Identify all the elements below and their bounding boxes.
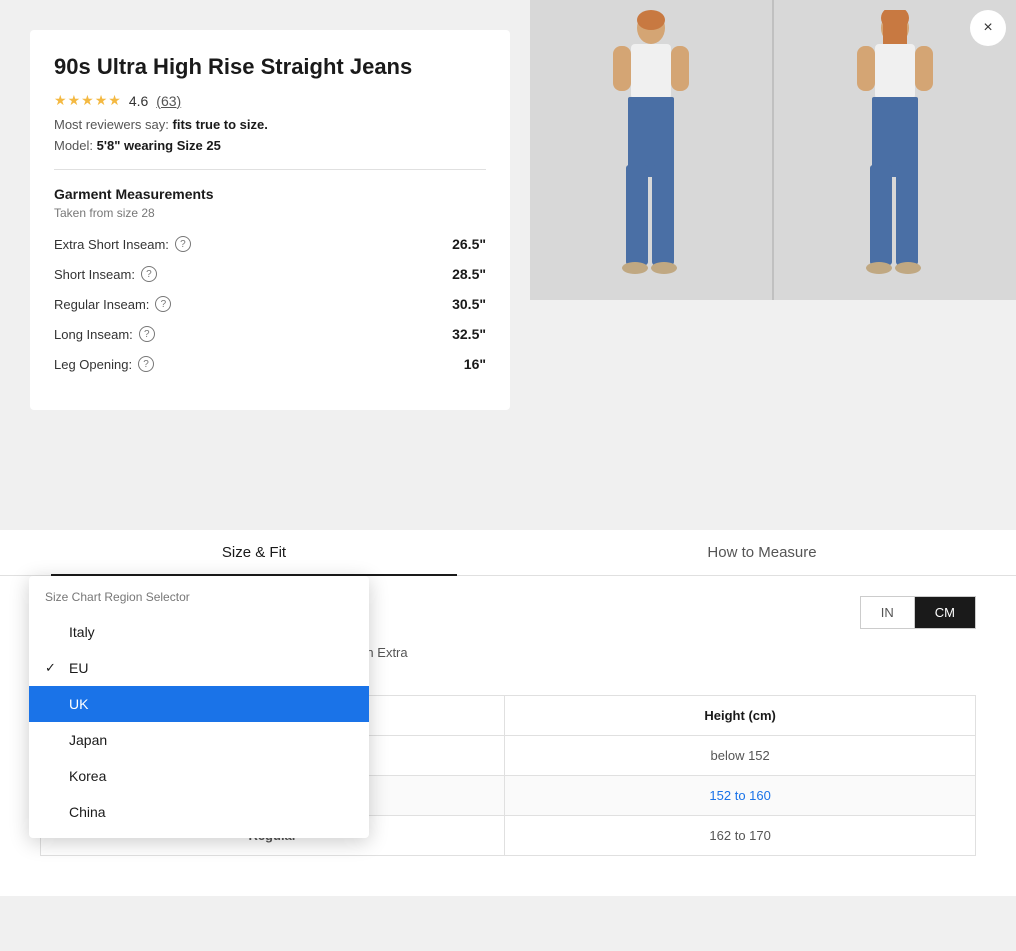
tab-how-to-measure[interactable]: How to Measure xyxy=(508,530,1016,575)
short-label: Short Inseam: xyxy=(54,267,135,282)
short-help-icon[interactable]: ? xyxy=(141,266,157,282)
measurement-short: Short Inseam: ? 28.5" xyxy=(54,266,486,282)
leg-opening-value: 16" xyxy=(464,356,486,372)
garment-measurements-title: Garment Measurements xyxy=(54,186,486,202)
extra-short-help-icon[interactable]: ? xyxy=(175,236,191,252)
region-option-uk[interactable]: UK xyxy=(29,686,369,722)
dropdown-title: Size Chart Region Selector xyxy=(29,584,369,614)
region-option-italy[interactable]: Italy xyxy=(29,614,369,650)
long-value: 32.5" xyxy=(452,326,486,342)
close-button[interactable]: × xyxy=(970,10,1006,46)
star-rating: ★ ★ ★ ★ ★ xyxy=(54,92,121,109)
leg-opening-help-icon[interactable]: ? xyxy=(138,356,154,372)
divider xyxy=(54,169,486,170)
extra-short-label: Extra Short Inseam: xyxy=(54,237,169,252)
review-count[interactable]: (63) xyxy=(156,93,181,109)
region-label-italy: Italy xyxy=(69,624,95,640)
region-label-uk: UK xyxy=(69,696,88,712)
garment-measurements-subtitle: Taken from size 28 xyxy=(54,206,486,220)
long-label: Long Inseam: xyxy=(54,327,133,342)
tab-size-fit[interactable]: Size & Fit xyxy=(0,530,508,575)
product-title: 90s Ultra High Rise Straight Jeans xyxy=(54,54,486,80)
short-value: 28.5" xyxy=(452,266,486,282)
star-5: ★ xyxy=(108,92,121,109)
region-label-korea: Korea xyxy=(69,768,106,784)
product-image-back xyxy=(774,0,1016,300)
region-label-china: China xyxy=(69,804,106,820)
extra-short-value: 26.5" xyxy=(452,236,486,252)
measurement-regular: Regular Inseam: ? 30.5" xyxy=(54,296,486,312)
rating-number: 4.6 xyxy=(129,93,148,109)
region-option-china[interactable]: China xyxy=(29,794,369,830)
rating-row: ★ ★ ★ ★ ★ 4.6 (63) xyxy=(54,92,486,109)
regular-value: 30.5" xyxy=(452,296,486,312)
height-extra-short: below 152 xyxy=(505,736,976,776)
region-option-korea[interactable]: Korea xyxy=(29,758,369,794)
reviewer-text: Most reviewers say: fits true to size. xyxy=(54,117,486,132)
star-1: ★ xyxy=(54,92,67,109)
measurement-extra-short: Extra Short Inseam: ? 26.5" xyxy=(54,236,486,252)
region-dropdown: Size Chart Region Selector Italy ✓ EU UK… xyxy=(29,576,369,838)
regular-label: Regular Inseam: xyxy=(54,297,149,312)
tabs-row: Size & Fit How to Measure xyxy=(0,530,1016,576)
measurement-leg-opening: Leg Opening: ? 16" xyxy=(54,356,486,372)
leg-opening-label: Leg Opening: xyxy=(54,357,132,372)
region-label-japan: Japan xyxy=(69,732,107,748)
reviewer-highlight: fits true to size. xyxy=(173,117,268,132)
measurement-long: Long Inseam: ? 32.5" xyxy=(54,326,486,342)
star-3: ★ xyxy=(81,92,94,109)
product-images: × xyxy=(530,0,1016,300)
regular-help-icon[interactable]: ? xyxy=(155,296,171,312)
model-info: 5'8" wearing Size 25 xyxy=(97,138,221,153)
table-header-height: Height (cm) xyxy=(505,696,976,736)
unit-in-button[interactable]: IN xyxy=(860,596,914,629)
star-2: ★ xyxy=(68,92,81,109)
region-option-japan[interactable]: Japan xyxy=(29,722,369,758)
region-label-eu: EU xyxy=(69,660,88,676)
unit-cm-button[interactable]: CM xyxy=(914,596,976,629)
checkmark-eu: ✓ xyxy=(45,660,61,676)
product-image-front xyxy=(530,0,774,300)
height-short: 152 to 160 xyxy=(505,776,976,816)
product-details-card: 90s Ultra High Rise Straight Jeans ★ ★ ★… xyxy=(30,30,510,410)
model-text: Model: 5'8" wearing Size 25 xyxy=(54,138,486,153)
star-4: ★ xyxy=(95,92,108,109)
long-help-icon[interactable]: ? xyxy=(139,326,155,342)
region-option-eu[interactable]: ✓ EU xyxy=(29,650,369,686)
height-regular: 162 to 170 xyxy=(505,816,976,856)
